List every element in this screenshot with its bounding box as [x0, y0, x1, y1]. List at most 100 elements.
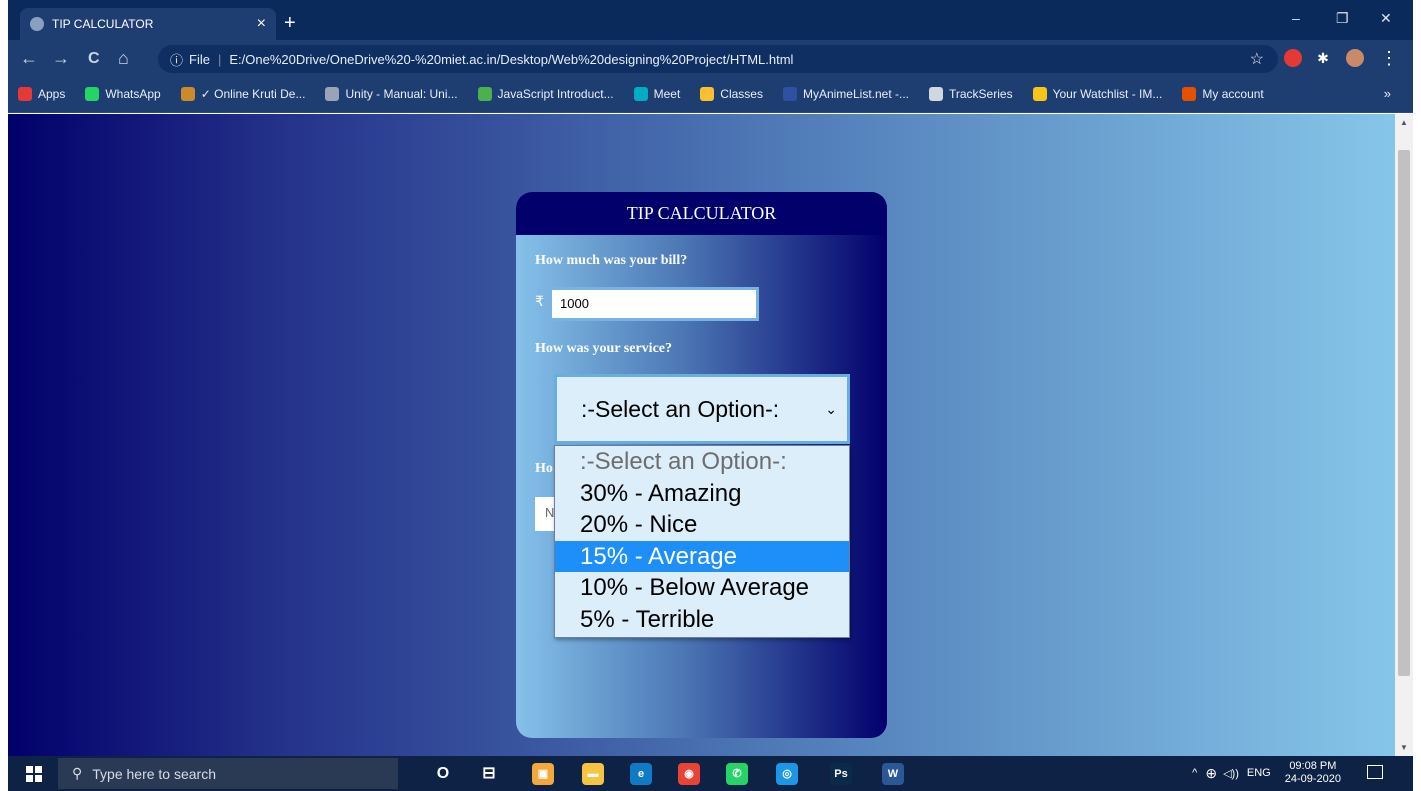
bookmark-favicon-icon: [700, 87, 715, 101]
minimize-icon[interactable]: –: [1292, 10, 1300, 26]
browser-menu-icon[interactable]: ⋮: [1380, 48, 1398, 69]
globe-icon: [30, 17, 44, 31]
browser-toolbar: ← → C ⌂ ⓘ File | E:/One%20Drive/OneDrive…: [8, 40, 1413, 76]
taskbar-search-box[interactable]: ⚲ Type here to search: [58, 758, 398, 789]
bookmark-label: My account: [1202, 87, 1264, 101]
bookmark-favicon-icon: [85, 87, 100, 101]
bookmark-item[interactable]: MyAnimeList.net -...: [782, 87, 909, 101]
chrome-icon[interactable]: ◉: [678, 763, 700, 785]
bookmark-favicon-icon: [325, 87, 340, 101]
clock[interactable]: 09:08 PM 24-09-2020: [1285, 760, 1341, 786]
service-select-value: :-Select an Option-:: [581, 395, 780, 422]
file-label: File: [189, 51, 210, 67]
file-explorer-icon[interactable]: ▬: [582, 763, 604, 785]
scroll-down-icon[interactable]: ▼: [1400, 743, 1408, 752]
store-icon[interactable]: ▣: [532, 763, 554, 785]
star-icon[interactable]: ☆: [1250, 49, 1264, 69]
bookmark-item[interactable]: Classes: [700, 87, 763, 101]
bill-amount-input[interactable]: 1000: [549, 287, 759, 321]
system-tray: ^ ⊕ ◁)) ENG 09:08 PM 24-09-2020: [1192, 760, 1387, 786]
tab-close-icon[interactable]: ×: [257, 15, 266, 33]
whatsapp-icon[interactable]: ✆: [726, 763, 748, 785]
bookmark-favicon-icon: [1032, 87, 1047, 101]
address-bar[interactable]: ⓘ File | E:/One%20Drive/OneDrive%20-%20m…: [158, 45, 1278, 73]
task-view-icon[interactable]: ⊟: [478, 763, 500, 785]
bookmark-favicon-icon: [633, 87, 648, 101]
scroll-up-icon[interactable]: ▲: [1400, 118, 1408, 127]
bookmark-label: WhatsApp: [105, 87, 161, 101]
info-icon[interactable]: ⓘ: [170, 50, 183, 69]
bookmarks-overflow-icon[interactable]: »: [1384, 86, 1391, 101]
network-icon[interactable]: ⊕: [1205, 765, 1217, 782]
tray-chevron-up-icon[interactable]: ^: [1192, 767, 1197, 779]
language-indicator[interactable]: ENG: [1247, 767, 1271, 779]
service-option[interactable]: 10% - Below Average: [555, 572, 849, 604]
bookmark-favicon-icon: [1182, 87, 1197, 101]
bookmark-label: Classes: [720, 87, 763, 101]
notifications-icon[interactable]: [1367, 765, 1383, 779]
extensions-puzzle-icon[interactable]: ✱: [1314, 49, 1332, 67]
page-scrollbar[interactable]: ▲ ▼: [1395, 114, 1413, 756]
bill-question: How much was your bill?: [535, 253, 688, 268]
bill-amount-value: 1000: [560, 296, 589, 311]
clock-time: 09:08 PM: [1289, 760, 1337, 772]
service-option[interactable]: 15% - Average: [555, 540, 849, 572]
bookmark-label: MyAnimeList.net -...: [802, 87, 909, 101]
scrollbar-thumb[interactable]: [1398, 150, 1410, 676]
bookmark-item[interactable]: WhatsApp: [85, 87, 161, 101]
address-separator: |: [217, 51, 222, 67]
windows-taskbar: ⚲ Type here to search O ⊟ ▣ ▬ e ◉ ✆ ◎ Ps W ^ ⊕ ◁)…: [0, 756, 1421, 791]
bookmark-label: Your Watchlist - IM...: [1052, 87, 1163, 101]
service-option[interactable]: 5% - Terrible: [555, 604, 849, 636]
service-option[interactable]: 20% - Nice: [555, 509, 849, 541]
bookmark-item[interactable]: Apps: [18, 87, 65, 101]
bookmark-item[interactable]: My account: [1182, 87, 1264, 101]
people-question: Ho: [535, 461, 553, 476]
bookmark-item[interactable]: Meet: [633, 87, 680, 101]
home-icon[interactable]: ⌂: [118, 48, 129, 69]
bookmark-label: JavaScript Introduct...: [497, 87, 614, 101]
bookmark-item[interactable]: TrackSeries: [929, 87, 1013, 101]
service-option[interactable]: 30% - Amazing: [555, 478, 849, 510]
bookmark-item[interactable]: Your Watchlist - IM...: [1032, 87, 1163, 101]
bookmark-item[interactable]: JavaScript Introduct...: [477, 87, 614, 101]
restore-icon[interactable]: ❐: [1336, 10, 1349, 27]
card-title: TIP CALCULATOR: [516, 192, 887, 235]
bookmark-favicon-icon: [18, 87, 32, 101]
bookmark-favicon-icon: [180, 87, 195, 101]
service-select[interactable]: :-Select an Option-: ⌄: [554, 374, 850, 444]
forward-icon[interactable]: →: [52, 48, 70, 69]
rupee-icon: ₹: [535, 295, 544, 310]
tab-title: TIP CALCULATOR: [52, 17, 154, 31]
service-options-list: :-Select an Option-: 30% - Amazing 20% - N…: [554, 445, 850, 638]
bookmark-favicon-icon: [782, 87, 797, 101]
service-option[interactable]: :-Select an Option-:: [555, 446, 849, 478]
reload-icon[interactable]: C: [88, 50, 100, 68]
bookmark-label: Unity - Manual: Uni...: [345, 87, 458, 101]
search-icon: ⚲: [72, 765, 83, 781]
tab-tip-calculator[interactable]: TIP CALCULATOR ×: [20, 8, 276, 40]
new-tab-button[interactable]: +: [284, 12, 296, 35]
taskbar-search-placeholder: Type here to search: [92, 765, 217, 782]
bookmark-item[interactable]: ✓ Online Kruti De...: [180, 87, 305, 101]
extension-red-icon[interactable]: [1284, 49, 1302, 67]
bookmark-label: Apps: [38, 87, 66, 101]
bookmark-favicon-icon: [477, 87, 492, 101]
volume-icon[interactable]: ◁)): [1223, 767, 1239, 780]
cortana-icon[interactable]: O: [432, 763, 454, 785]
word-icon[interactable]: W: [882, 763, 904, 785]
instagram-icon[interactable]: ◎: [776, 763, 798, 785]
bookmark-item[interactable]: Unity - Manual: Uni...: [325, 87, 458, 101]
edge-icon[interactable]: e: [630, 763, 652, 785]
browser-tab-bar: TIP CALCULATOR × + – ❐ ✕: [0, 0, 1421, 40]
service-question: How was your service?: [535, 341, 672, 356]
close-window-icon[interactable]: ✕: [1380, 10, 1392, 27]
photoshop-icon[interactable]: Ps: [830, 763, 852, 785]
chevron-down-icon: ⌄: [825, 400, 837, 417]
bookmarks-bar: Apps WhatsApp ✓ Online Kruti De... Unity - …: [8, 76, 1413, 113]
profile-avatar[interactable]: [1346, 49, 1364, 67]
back-icon[interactable]: ←: [20, 48, 38, 69]
windows-start-icon[interactable]: [26, 766, 42, 782]
url-text: E:/One%20Drive/OneDrive%20-%20miet.ac.in…: [229, 51, 794, 67]
clock-date: 24-09-2020: [1284, 773, 1341, 785]
